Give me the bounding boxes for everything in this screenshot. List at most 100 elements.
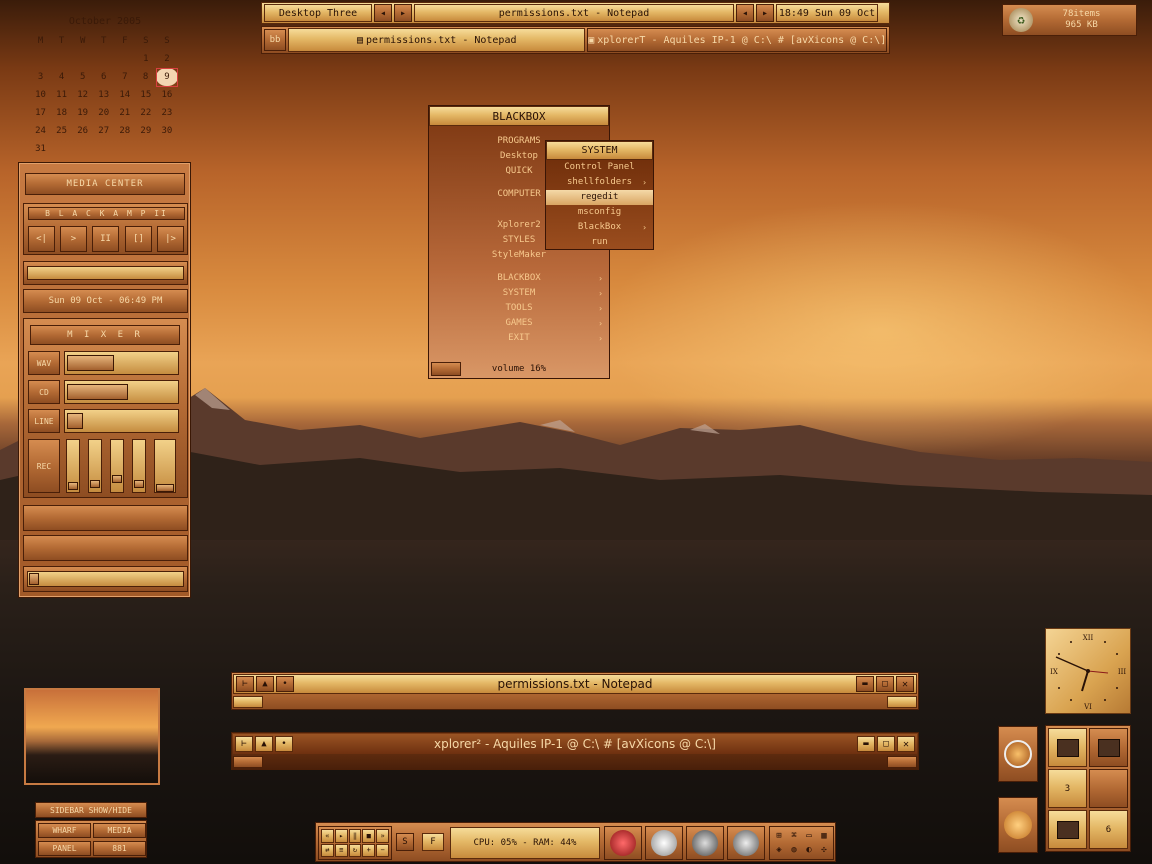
volume-down-icon[interactable]: − <box>376 843 389 857</box>
calendar-day[interactable]: 16 <box>156 86 177 104</box>
play-button[interactable]: > <box>60 226 87 252</box>
calendar-day[interactable]: 8 <box>135 68 156 86</box>
calendar-day[interactable]: 31 <box>30 140 51 158</box>
pager-workspace-cell[interactable] <box>1089 728 1128 767</box>
maximize-icon[interactable]: □ <box>876 676 894 692</box>
calendar-day[interactable]: 1 <box>135 50 156 68</box>
prev-track-button[interactable]: <| <box>28 226 55 252</box>
pager-workspace-cell[interactable] <box>1048 728 1087 767</box>
calendar-day[interactable]: 9 <box>155 67 179 87</box>
resize-grip-right[interactable] <box>887 756 917 768</box>
maximize-icon[interactable]: □ <box>877 736 895 752</box>
recycle-bin-widget[interactable]: ♻ 78items 965 KB <box>1002 4 1137 36</box>
f-button[interactable]: F <box>422 833 444 851</box>
calendar-day[interactable]: 17 <box>30 104 51 122</box>
calendar-day[interactable]: 12 <box>72 86 93 104</box>
xplorer-titlebar[interactable]: ⊢ ▲ • xplorer² - Aquiles IP-1 @ C:\ # [a… <box>233 734 917 754</box>
panel-button[interactable]: PANEL <box>38 841 91 856</box>
network-icon[interactable]: ⊞ <box>772 829 786 843</box>
chat-icon[interactable]: ◍ <box>787 844 801 858</box>
app-icon-messenger[interactable] <box>998 797 1038 853</box>
play-icon[interactable]: ▸ <box>334 829 348 843</box>
settings-icon[interactable]: ✣ <box>817 844 831 858</box>
window-prev-button[interactable]: ◂ <box>736 4 754 22</box>
monitor-icon[interactable]: ▭ <box>802 829 816 843</box>
seek-bar[interactable] <box>27 266 184 280</box>
submenu-item[interactable]: run <box>546 235 653 250</box>
volume-knob[interactable] <box>431 362 461 376</box>
calendar-day[interactable]: 10 <box>30 86 51 104</box>
window-menu-icon[interactable]: ⊢ <box>235 736 253 752</box>
media-button[interactable]: MEDIA <box>93 823 146 838</box>
calendar-day[interactable]: 18 <box>51 104 72 122</box>
rec-slider-knob[interactable] <box>90 480 100 488</box>
close-icon[interactable]: ✕ <box>897 736 915 752</box>
calendar-day[interactable]: 25 <box>51 122 72 140</box>
notepad-titlebar[interactable]: ⊢ ▲ • permissions.txt - Notepad ▬ □ ✕ <box>233 674 917 694</box>
task-item-notepad[interactable]: ▤ permissions.txt - Notepad <box>287 28 586 52</box>
pause-icon[interactable]: ‖ <box>348 829 362 843</box>
wharf-button[interactable]: WHARF <box>38 823 91 838</box>
mixer-slider[interactable] <box>64 409 179 433</box>
list-icon[interactable]: ≡ <box>334 843 348 857</box>
mixer-slider-knob[interactable] <box>67 413 83 429</box>
rec-slider[interactable] <box>88 439 102 493</box>
rec-slider[interactable] <box>154 439 176 493</box>
workspace-prev-button[interactable]: ◂ <box>374 4 392 22</box>
menu-item[interactable]: TOOLS › <box>429 301 609 316</box>
resize-grip-left[interactable] <box>233 696 263 708</box>
pin-icon[interactable]: • <box>276 676 294 692</box>
calendar-day[interactable]: 5 <box>72 68 93 86</box>
calendar-day[interactable]: 29 <box>135 122 156 140</box>
menu-item[interactable]: StyleMaker <box>429 248 609 263</box>
mixer-slider-knob[interactable] <box>67 355 114 371</box>
close-icon[interactable]: ✕ <box>896 676 914 692</box>
s-button[interactable]: S <box>396 833 414 851</box>
app-shortcut-4[interactable] <box>727 826 765 860</box>
shield-icon[interactable]: ◈ <box>772 844 786 858</box>
calendar-day[interactable]: 13 <box>93 86 114 104</box>
repeat-icon[interactable]: ↻ <box>348 843 362 857</box>
workspace-label[interactable]: Desktop Three <box>264 4 372 22</box>
app-shortcut-2[interactable] <box>645 826 683 860</box>
grid-icon[interactable]: ▦ <box>817 829 831 843</box>
calendar-day[interactable]: 24 <box>30 122 51 140</box>
app-shortcut-3[interactable] <box>686 826 724 860</box>
minimize-icon[interactable]: ▬ <box>856 676 874 692</box>
calendar-day[interactable]: 14 <box>114 86 135 104</box>
mixer-slider-knob[interactable] <box>67 384 128 400</box>
rec-slider[interactable] <box>132 439 146 493</box>
menu-item[interactable]: SYSTEM › <box>429 286 609 301</box>
mixer-slider[interactable] <box>64 380 179 404</box>
pin-icon[interactable]: • <box>275 736 293 752</box>
sidebar-toggle-button[interactable]: SIDEBAR SHOW/HIDE <box>35 802 147 818</box>
arrow-up-icon[interactable]: ▲ <box>255 736 273 752</box>
calendar-day[interactable]: 27 <box>93 122 114 140</box>
rec-slider[interactable] <box>110 439 124 493</box>
workspace-next-button[interactable]: ▸ <box>394 4 412 22</box>
calendar-day[interactable]: 26 <box>72 122 93 140</box>
pager-workspace-cell[interactable] <box>1048 810 1087 849</box>
wallpaper-preview[interactable] <box>24 688 160 785</box>
calendar-day[interactable]: 20 <box>93 104 114 122</box>
balance-slider[interactable] <box>27 571 184 587</box>
menu-item[interactable]: BLACKBOX › <box>429 271 609 286</box>
menu-item[interactable]: GAMES › <box>429 316 609 331</box>
calendar-day[interactable]: 28 <box>114 122 135 140</box>
minimize-icon[interactable]: ▬ <box>857 736 875 752</box>
rec-slider[interactable] <box>66 439 80 493</box>
calendar-day[interactable]: 3 <box>30 68 51 86</box>
window-menu-icon[interactable]: ⊢ <box>236 676 254 692</box>
calendar-day[interactable]: 30 <box>156 122 177 140</box>
pager-workspace-cell[interactable]: 6 <box>1089 810 1128 849</box>
calendar-day[interactable]: 2 <box>156 50 177 68</box>
pager-workspace-cell[interactable]: 3 <box>1048 769 1087 808</box>
rec-slider-knob[interactable] <box>112 475 122 483</box>
app-icon-player[interactable] <box>998 726 1038 782</box>
bb-button[interactable]: bb <box>264 29 286 51</box>
calendar-day[interactable]: 4 <box>51 68 72 86</box>
shuffle-icon[interactable]: ⇄ <box>321 843 334 857</box>
rec-slider-knob[interactable] <box>134 480 144 488</box>
calendar-day[interactable]: 21 <box>114 104 135 122</box>
rec-slider-knob[interactable] <box>68 482 78 490</box>
